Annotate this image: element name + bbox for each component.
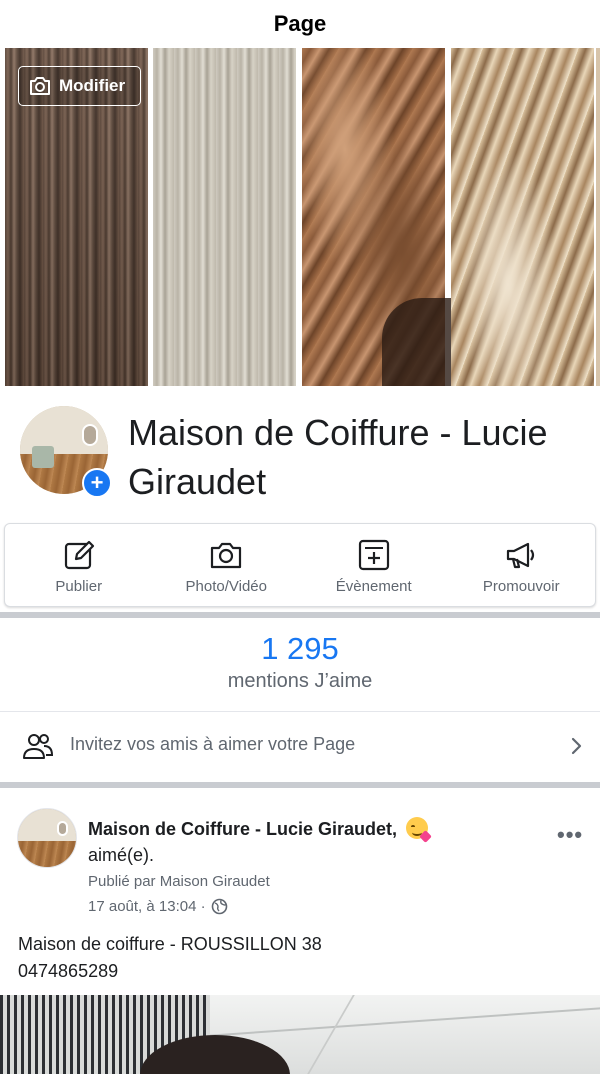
likes-summary[interactable]: 1 295 mentions J’aime [0,630,600,694]
promote-label: Promouvoir [482,578,560,595]
cover-image-4 [451,48,594,386]
post-author-name[interactable]: Maison de Coiffure - Lucie Giraudet, [88,819,397,839]
people-icon [23,734,54,759]
camera-icon [30,77,50,95]
action-bar: Publier Photo/Vidéo Évènement Promouvoir [4,523,596,607]
page-title: Page [273,11,327,36]
cover-photo[interactable]: Modifier [0,48,600,386]
photo-video-label: Photo/Vidéo [185,578,267,595]
post-text: Maison de coiffure - ROUSSILLON 38 04748… [18,934,322,981]
post-date[interactable]: 17 août, à 13:04 · [88,898,206,915]
post-header: Maison de Coiffure - Lucie Giraudet, aim… [88,816,488,868]
more-options-icon[interactable]: ••• [557,822,583,848]
promote-button[interactable]: Promouvoir [448,524,596,606]
publish-label: Publier [55,578,103,595]
event-button[interactable]: Évènement [300,524,448,606]
invite-friends-row[interactable]: Invitez vos amis à aimer votre Page [0,712,600,780]
post-photo[interactable] [0,995,600,1074]
photo-video-button[interactable]: Photo/Vidéo [153,524,301,606]
page-name: Maison de Coiffure - Lucie Giraudet [128,412,548,502]
pencil-square-icon [64,540,94,570]
post-feeling-text: aimé(e). [88,845,155,865]
post-timestamp-row: 17 août, à 13:04 · [88,898,228,915]
edit-cover-label: Modifier [59,76,126,95]
event-label: Évènement [335,578,412,595]
publish-button[interactable]: Publier [5,524,153,606]
edit-cover-button[interactable]: Modifier [18,66,141,106]
cover-image-next-edge [596,48,600,386]
camera-icon [211,542,242,569]
invite-friends-label: Invitez vos amis à aimer votre Page [70,734,356,754]
chevron-right-icon [571,737,582,755]
globe-icon [211,898,227,915]
likes-count: 1 295 [261,631,339,666]
calendar-plus-icon [358,539,389,571]
section-divider [0,612,600,618]
section-divider [0,782,600,788]
smiling-face-with-hearts-icon [406,817,432,843]
megaphone-icon [507,542,535,569]
add-profile-photo-button[interactable]: + [82,468,112,498]
cover-image-2 [153,48,296,386]
cover-image-3 [302,48,452,386]
likes-label: mentions J’aime [227,670,373,692]
top-navbar: Page [0,0,600,48]
post-published-by: Publié par Maison Giraudet [88,873,270,890]
post-author-avatar[interactable] [17,808,77,868]
